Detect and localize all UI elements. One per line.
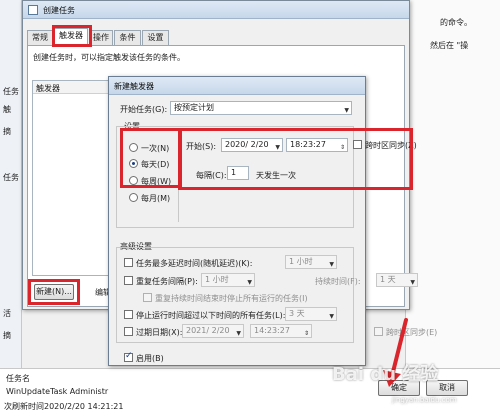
tab-conditions[interactable]: 条件 — [114, 30, 141, 45]
settings-divider — [178, 132, 179, 222]
start-date-picker[interactable]: 2020/ 2/20 ▼ — [221, 138, 283, 152]
background-window — [405, 0, 500, 412]
bottom-task-header: 任务名 — [6, 374, 30, 383]
triggers-list-header-label: 触发器 — [36, 84, 60, 93]
background-b-label: 摘 — [3, 331, 11, 340]
every-days-value: 1 — [231, 168, 237, 177]
left-panel — [0, 0, 22, 412]
repeat-label: 重复任务间隔(P): — [136, 277, 198, 286]
bottom-task-row[interactable]: WinUpdateTask Administr — [6, 387, 108, 396]
create-task-title: 创建任务 — [43, 6, 75, 15]
background-text-line2: 然后在 "操 — [430, 41, 469, 50]
begin-task-label: 开始任务(G): — [120, 105, 168, 114]
triggers-list[interactable] — [32, 80, 110, 276]
duration-value: 1 天 — [380, 275, 396, 284]
tab-actions[interactable]: 操作 — [89, 30, 113, 45]
chevron-down-icon: ▼ — [344, 107, 349, 114]
repeat-value: 1 小时 — [205, 275, 229, 284]
status-bar-text: 次刷新时间2020/2/20 14:21:21 — [4, 402, 124, 411]
repeat-select[interactable]: 1 小时 ▼ — [201, 273, 255, 287]
expire-time-value: 14:23:27 — [254, 326, 290, 335]
triggers-description: 创建任务时，可以指定触发该任务的条件。 — [33, 53, 185, 62]
radio-once[interactable] — [129, 143, 138, 152]
delay-label: 任务最多延迟时间(随机延迟)(K): — [136, 259, 253, 268]
stop-longer-checkbox[interactable] — [124, 310, 133, 319]
new-trigger-button[interactable]: 新建(N)... — [34, 284, 74, 300]
duration-select[interactable]: 1 天 ▼ — [376, 273, 418, 287]
expire-label: 过期日期(X): — [136, 328, 183, 337]
baidu-watermark: Bai du 经验 — [332, 364, 439, 385]
tab-triggers[interactable]: 触发器 — [54, 28, 88, 45]
radio-daily-label: 每天(D) — [141, 160, 170, 169]
new-trigger-close-area — [109, 77, 365, 95]
delay-value: 1 小时 — [289, 257, 313, 266]
radio-monthly[interactable] — [129, 193, 138, 202]
enabled-label: 启用(B) — [136, 354, 164, 363]
background-tasks-label: 任务 — [3, 87, 19, 96]
expire-date-picker[interactable]: 2021/ 2/20 ▼ — [182, 324, 244, 338]
background-live-label: 活 — [3, 309, 11, 318]
baidu-watermark-url: jingyan.baidu.com — [392, 396, 457, 404]
radio-monthly-label: 每月(M) — [141, 194, 171, 203]
task-scheduler-icon — [28, 5, 38, 15]
radio-daily[interactable] — [129, 159, 138, 168]
stop-repeat-checkbox[interactable] — [143, 293, 152, 302]
calendar-dropdown-icon: ▼ — [275, 144, 280, 151]
stop-longer-label: 停止运行时间超过以下时间的所有任务(L): — [136, 311, 286, 320]
radio-weekly-label: 每周(W) — [141, 177, 172, 186]
sync-timezone-label: 跨时区同步(Z) — [365, 141, 417, 150]
create-task-titlebar: 创建任务 — [23, 1, 409, 19]
every-suffix-label: 天发生一次 — [256, 171, 296, 180]
radio-weekly[interactable] — [129, 176, 138, 185]
chevron-down-icon: ▼ — [410, 279, 415, 286]
expire-checkbox[interactable] — [124, 327, 133, 336]
start-label: 开始(S): — [186, 142, 217, 151]
background-pick-label: 摘 — [3, 127, 11, 136]
begin-task-value: 按预定计划 — [174, 103, 214, 112]
delay-checkbox[interactable] — [124, 258, 133, 267]
background-trigger-label: 触 — [3, 105, 11, 114]
start-time-spinner[interactable]: 18:23:27 ⇕ — [286, 138, 348, 152]
every-label: 每隔(C): — [196, 171, 227, 180]
tab-settings[interactable]: 设置 — [142, 30, 169, 45]
chevron-down-icon: ▼ — [329, 313, 334, 320]
stop-longer-select[interactable]: 3 天 ▼ — [285, 307, 337, 321]
tab-general[interactable]: 常规 — [27, 30, 53, 45]
delay-select[interactable]: 1 小时 ▼ — [285, 255, 337, 269]
expire-time-spinner[interactable]: 14:23:27 ⇕ — [250, 324, 312, 338]
spinner-icon: ⇕ — [303, 330, 309, 337]
every-days-input[interactable]: 1 — [227, 166, 249, 180]
calendar-dropdown-icon: ▼ — [236, 330, 241, 337]
stop-repeat-label: 重复持续时间结束时停止所有运行的任务(I) — [155, 294, 308, 303]
duration-label: 持续时间(F): — [315, 277, 361, 286]
start-date-value: 2020/ 2/20 — [225, 140, 269, 149]
chevron-down-icon: ▼ — [329, 261, 334, 268]
radio-once-label: 一次(N) — [141, 144, 170, 153]
begin-task-select[interactable]: 按预定计划 ▼ — [170, 101, 352, 115]
enabled-checkbox[interactable] — [124, 351, 133, 362]
background-task-label-left: 任务 — [3, 173, 19, 182]
repeat-checkbox[interactable] — [124, 276, 133, 285]
expire-date-value: 2021/ 2/20 — [186, 326, 230, 335]
background-text-top: 的命令。 — [440, 18, 472, 27]
spinner-icon: ⇕ — [339, 144, 345, 151]
stop-longer-value: 3 天 — [289, 309, 305, 318]
sync-timezone-checkbox[interactable] — [353, 140, 362, 149]
chevron-down-icon: ▼ — [247, 279, 252, 286]
start-time-value: 18:23:27 — [290, 140, 326, 149]
